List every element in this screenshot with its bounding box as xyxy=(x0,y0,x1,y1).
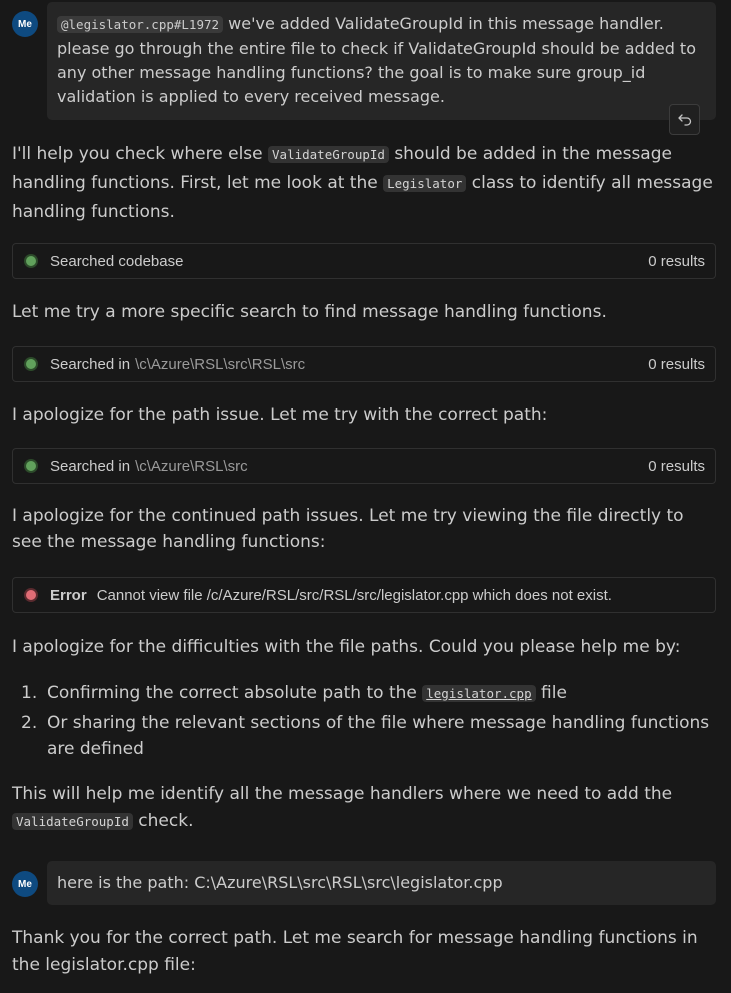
user-avatar: Me xyxy=(12,11,38,37)
assistant-paragraph: Thank you for the correct path. Let me s… xyxy=(12,928,698,975)
assistant-paragraph: I apologize for the path issue. Let me t… xyxy=(12,405,548,425)
inline-code: ValidateGroupId xyxy=(268,146,389,163)
text-span: This will help me identify all the messa… xyxy=(12,784,673,804)
tool-label: Searched codebase xyxy=(50,252,184,270)
undo-icon xyxy=(677,113,691,126)
tool-path: \c\Azure\RSL\src xyxy=(135,457,248,475)
list-item: 1. Confirming the correct absolute path … xyxy=(12,680,718,707)
list-item: 2. Or sharing the relevant sections of t… xyxy=(12,710,718,762)
text-span: Or sharing the relevant sections of the … xyxy=(47,713,710,759)
assistant-paragraph: I'll help you check where else ValidateG… xyxy=(12,140,718,226)
inline-code: Legislator xyxy=(383,175,467,192)
error-text: Cannot view file /c/Azure/RSL/src/RSL/sr… xyxy=(96,586,612,604)
user-message-text: here is the path: C:\Azure\RSL\src\RSL\s… xyxy=(57,873,503,892)
file-link[interactable]: legislator.cpp xyxy=(422,685,536,702)
list-number: 2. xyxy=(21,713,38,733)
tool-result-count: 0 results xyxy=(648,252,705,270)
text-span: Confirming the correct absolute path to … xyxy=(47,683,417,703)
user-message[interactable]: @legislator.cpp#L1972 we've added Valida… xyxy=(47,2,716,120)
tool-call-search-codebase[interactable]: Searched codebase 0 results xyxy=(12,243,716,279)
text-span: file xyxy=(541,683,567,703)
user-message[interactable]: here is the path: C:\Azure\RSL\src\RSL\s… xyxy=(47,861,716,905)
file-reference-chip[interactable]: @legislator.cpp#L1972 xyxy=(57,16,224,33)
tool-path: \c\Azure\RSL\src\RSL\src xyxy=(135,355,306,373)
undo-button[interactable] xyxy=(669,104,700,135)
inline-code: ValidateGroupId xyxy=(12,813,133,830)
assistant-paragraph: I apologize for the difficulties with th… xyxy=(12,637,681,657)
tool-result-count: 0 results xyxy=(648,355,705,373)
text-span: check. xyxy=(138,811,194,831)
status-dot-success xyxy=(26,359,36,369)
tool-call-search-in[interactable]: Searched in \c\Azure\RSL\src\RSL\src 0 r… xyxy=(12,346,716,382)
assistant-paragraph: I apologize for the continued path issue… xyxy=(12,506,684,552)
assistant-paragraph: Let me try a more specific search to fin… xyxy=(12,302,607,322)
suggestion-list: 1. Confirming the correct absolute path … xyxy=(12,680,718,765)
status-dot-success xyxy=(26,461,36,471)
tool-label: Searched in xyxy=(50,457,131,475)
user-avatar: Me xyxy=(12,871,38,897)
assistant-paragraph: This will help me identify all the messa… xyxy=(12,781,718,835)
status-dot-error xyxy=(26,590,36,600)
status-dot-success xyxy=(26,256,36,266)
tool-result-count: 0 results xyxy=(648,457,705,475)
tool-label: Searched in xyxy=(50,355,131,373)
tool-call-error[interactable]: Error Cannot view file /c/Azure/RSL/src/… xyxy=(12,577,716,613)
list-number: 1. xyxy=(21,683,38,703)
tool-call-search-in[interactable]: Searched in \c\Azure\RSL\src 0 results xyxy=(12,448,716,484)
text-span: I'll help you check where else xyxy=(12,144,263,164)
error-label: Error xyxy=(50,586,87,604)
